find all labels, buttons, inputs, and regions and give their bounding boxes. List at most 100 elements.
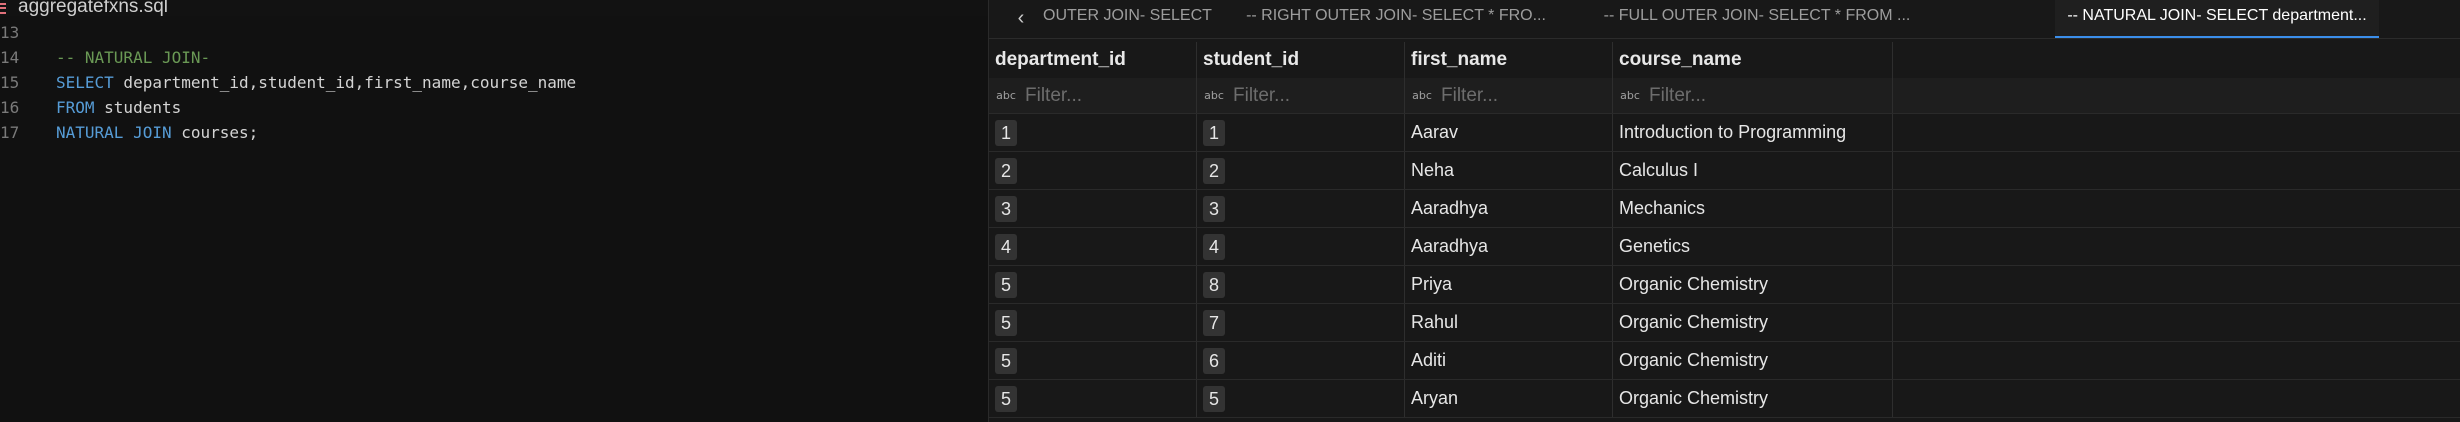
filter-placeholder: Filter...: [1025, 84, 1083, 106]
line-number: 13: [0, 23, 20, 42]
app-window: aggregatefxns.sql 13 14 15 16 17 -- NATURAL …: [0, 0, 2460, 422]
line-numbers: 13 14 15 16 17: [0, 20, 40, 145]
tab-full-outer-join[interactable]: -- FULL OUTER JOIN- SELECT * FROM ...: [1589, 0, 1925, 38]
filter-placeholder: Filter...: [1233, 84, 1291, 106]
column-header-department-id[interactable]: department_id: [989, 42, 1197, 78]
cell-course-name[interactable]: Genetics: [1613, 228, 1893, 265]
numeric-value: 2: [1203, 157, 1225, 184]
text-filter-icon: abc: [1620, 89, 1640, 102]
column-header-course-name[interactable]: course_name: [1613, 42, 1893, 78]
numeric-value: 3: [1203, 195, 1225, 222]
cell-student-id[interactable]: 5: [1197, 380, 1405, 417]
numeric-value: 5: [995, 309, 1017, 336]
filter-first-name[interactable]: abc Filter...: [1405, 78, 1613, 113]
cell-course-name[interactable]: Mechanics: [1613, 190, 1893, 227]
code-area[interactable]: -- NATURAL JOIN- SELECT department_id,stu…: [56, 20, 576, 145]
numeric-value: 5: [995, 347, 1017, 374]
column-header-first-name[interactable]: first_name: [1405, 42, 1613, 78]
editor-tab[interactable]: aggregatefxns.sql: [0, 0, 988, 16]
filter-placeholder: Filter...: [1441, 84, 1499, 106]
cell-department-id[interactable]: 2: [989, 152, 1197, 189]
cell-first-name[interactable]: Aaradhya: [1405, 228, 1613, 265]
cell-department-id[interactable]: 5: [989, 342, 1197, 379]
line-number: 14: [0, 48, 20, 67]
numeric-value: 6: [1203, 347, 1225, 374]
numeric-value: 5: [995, 385, 1017, 412]
code-line[interactable]: SELECT department_id,student_id,first_na…: [56, 70, 576, 95]
numeric-value: 5: [995, 271, 1017, 298]
cell-first-name[interactable]: Rahul: [1405, 304, 1613, 341]
tab-outer-join[interactable]: OUTER JOIN- SELECT Students...: [1043, 0, 1213, 38]
cell-course-name[interactable]: Organic Chemistry: [1613, 380, 1893, 417]
cell-student-id[interactable]: 4: [1197, 228, 1405, 265]
code-line[interactable]: FROM students: [56, 95, 576, 120]
cell-student-id[interactable]: 2: [1197, 152, 1405, 189]
cell-department-id[interactable]: 4: [989, 228, 1197, 265]
cell-department-id[interactable]: 5: [989, 380, 1197, 417]
chevron-left-icon[interactable]: ‹: [1011, 4, 1031, 32]
cell-first-name[interactable]: Priya: [1405, 266, 1613, 303]
numeric-value: 1: [995, 119, 1017, 146]
sql-keyword: FROM: [56, 98, 95, 117]
cell-student-id[interactable]: 6: [1197, 342, 1405, 379]
cell-department-id[interactable]: 3: [989, 190, 1197, 227]
table-row[interactable]: 5 8 Priya Organic Chemistry: [989, 266, 2460, 304]
cell-department-id[interactable]: 1: [989, 114, 1197, 151]
numeric-value: 3: [995, 195, 1017, 222]
cell-first-name[interactable]: Neha: [1405, 152, 1613, 189]
numeric-value: 7: [1203, 309, 1225, 336]
cell-first-name[interactable]: Aryan: [1405, 380, 1613, 417]
cell-student-id[interactable]: 1: [1197, 114, 1405, 151]
numeric-value: 5: [1203, 385, 1225, 412]
table-row[interactable]: 5 6 Aditi Organic Chemistry: [989, 342, 2460, 380]
code-line[interactable]: [56, 20, 576, 45]
numeric-value: 1: [1203, 119, 1225, 146]
table-row[interactable]: 5 5 Aryan Organic Chemistry: [989, 380, 2460, 418]
sql-identifier: courses;: [171, 123, 259, 142]
grid-body: 1 1 Aarav Introduction to Programming 2 2 Neha…: [989, 114, 2460, 418]
code-line[interactable]: -- NATURAL JOIN-: [56, 45, 576, 70]
cell-course-name[interactable]: Organic Chemistry: [1613, 304, 1893, 341]
result-tabs: ‹ OUTER JOIN- SELECT Students... -- RIGH…: [989, 0, 2460, 39]
cell-course-name[interactable]: Organic Chemistry: [1613, 266, 1893, 303]
tab-right-outer-join[interactable]: -- RIGHT OUTER JOIN- SELECT * FRO...: [1233, 0, 1559, 38]
table-row[interactable]: 3 3 Aaradhya Mechanics: [989, 190, 2460, 228]
filter-row: abc Filter... abc Filter... abc Filter..…: [989, 78, 2460, 114]
cell-student-id[interactable]: 8: [1197, 266, 1405, 303]
sql-identifier: students: [94, 98, 182, 117]
results-pane: ‹ OUTER JOIN- SELECT Students... -- RIGH…: [988, 0, 2460, 422]
cell-department-id[interactable]: 5: [989, 266, 1197, 303]
text-filter-icon: abc: [1412, 89, 1432, 102]
table-row[interactable]: 5 7 Rahul Organic Chemistry: [989, 304, 2460, 342]
line-number: 17: [0, 123, 20, 142]
table-row[interactable]: 2 2 Neha Calculus I: [989, 152, 2460, 190]
sql-file-icon: [0, 0, 6, 16]
cell-student-id[interactable]: 3: [1197, 190, 1405, 227]
cell-first-name[interactable]: Aditi: [1405, 342, 1613, 379]
numeric-value: 4: [1203, 233, 1225, 260]
code-line[interactable]: NATURAL JOIN courses;: [56, 120, 576, 145]
cell-course-name[interactable]: Introduction to Programming: [1613, 114, 1893, 151]
sql-keyword: SELECT: [56, 73, 114, 92]
file-name: aggregatefxns.sql: [18, 0, 168, 16]
column-header-student-id[interactable]: student_id: [1197, 42, 1405, 78]
sql-editor[interactable]: aggregatefxns.sql 13 14 15 16 17 -- NATURAL …: [0, 0, 988, 422]
filter-course-name[interactable]: abc Filter...: [1613, 78, 1893, 113]
table-row[interactable]: 1 1 Aarav Introduction to Programming: [989, 114, 2460, 152]
cell-course-name[interactable]: Calculus I: [1613, 152, 1893, 189]
table-row[interactable]: 4 4 Aaradhya Genetics: [989, 228, 2460, 266]
filter-department-id[interactable]: abc Filter...: [989, 78, 1197, 113]
tab-natural-join[interactable]: -- NATURAL JOIN- SELECT department...: [2055, 0, 2379, 38]
numeric-value: 4: [995, 233, 1017, 260]
text-filter-icon: abc: [996, 89, 1016, 102]
cell-department-id[interactable]: 5: [989, 304, 1197, 341]
line-number: 15: [0, 73, 20, 92]
cell-first-name[interactable]: Aarav: [1405, 114, 1613, 151]
cell-course-name[interactable]: Organic Chemistry: [1613, 342, 1893, 379]
filter-student-id[interactable]: abc Filter...: [1197, 78, 1405, 113]
numeric-value: 2: [995, 157, 1017, 184]
cell-student-id[interactable]: 7: [1197, 304, 1405, 341]
cell-first-name[interactable]: Aaradhya: [1405, 190, 1613, 227]
results-grid: department_id student_id first_name cour…: [989, 42, 2460, 418]
grid-header: department_id student_id first_name cour…: [989, 42, 2460, 78]
